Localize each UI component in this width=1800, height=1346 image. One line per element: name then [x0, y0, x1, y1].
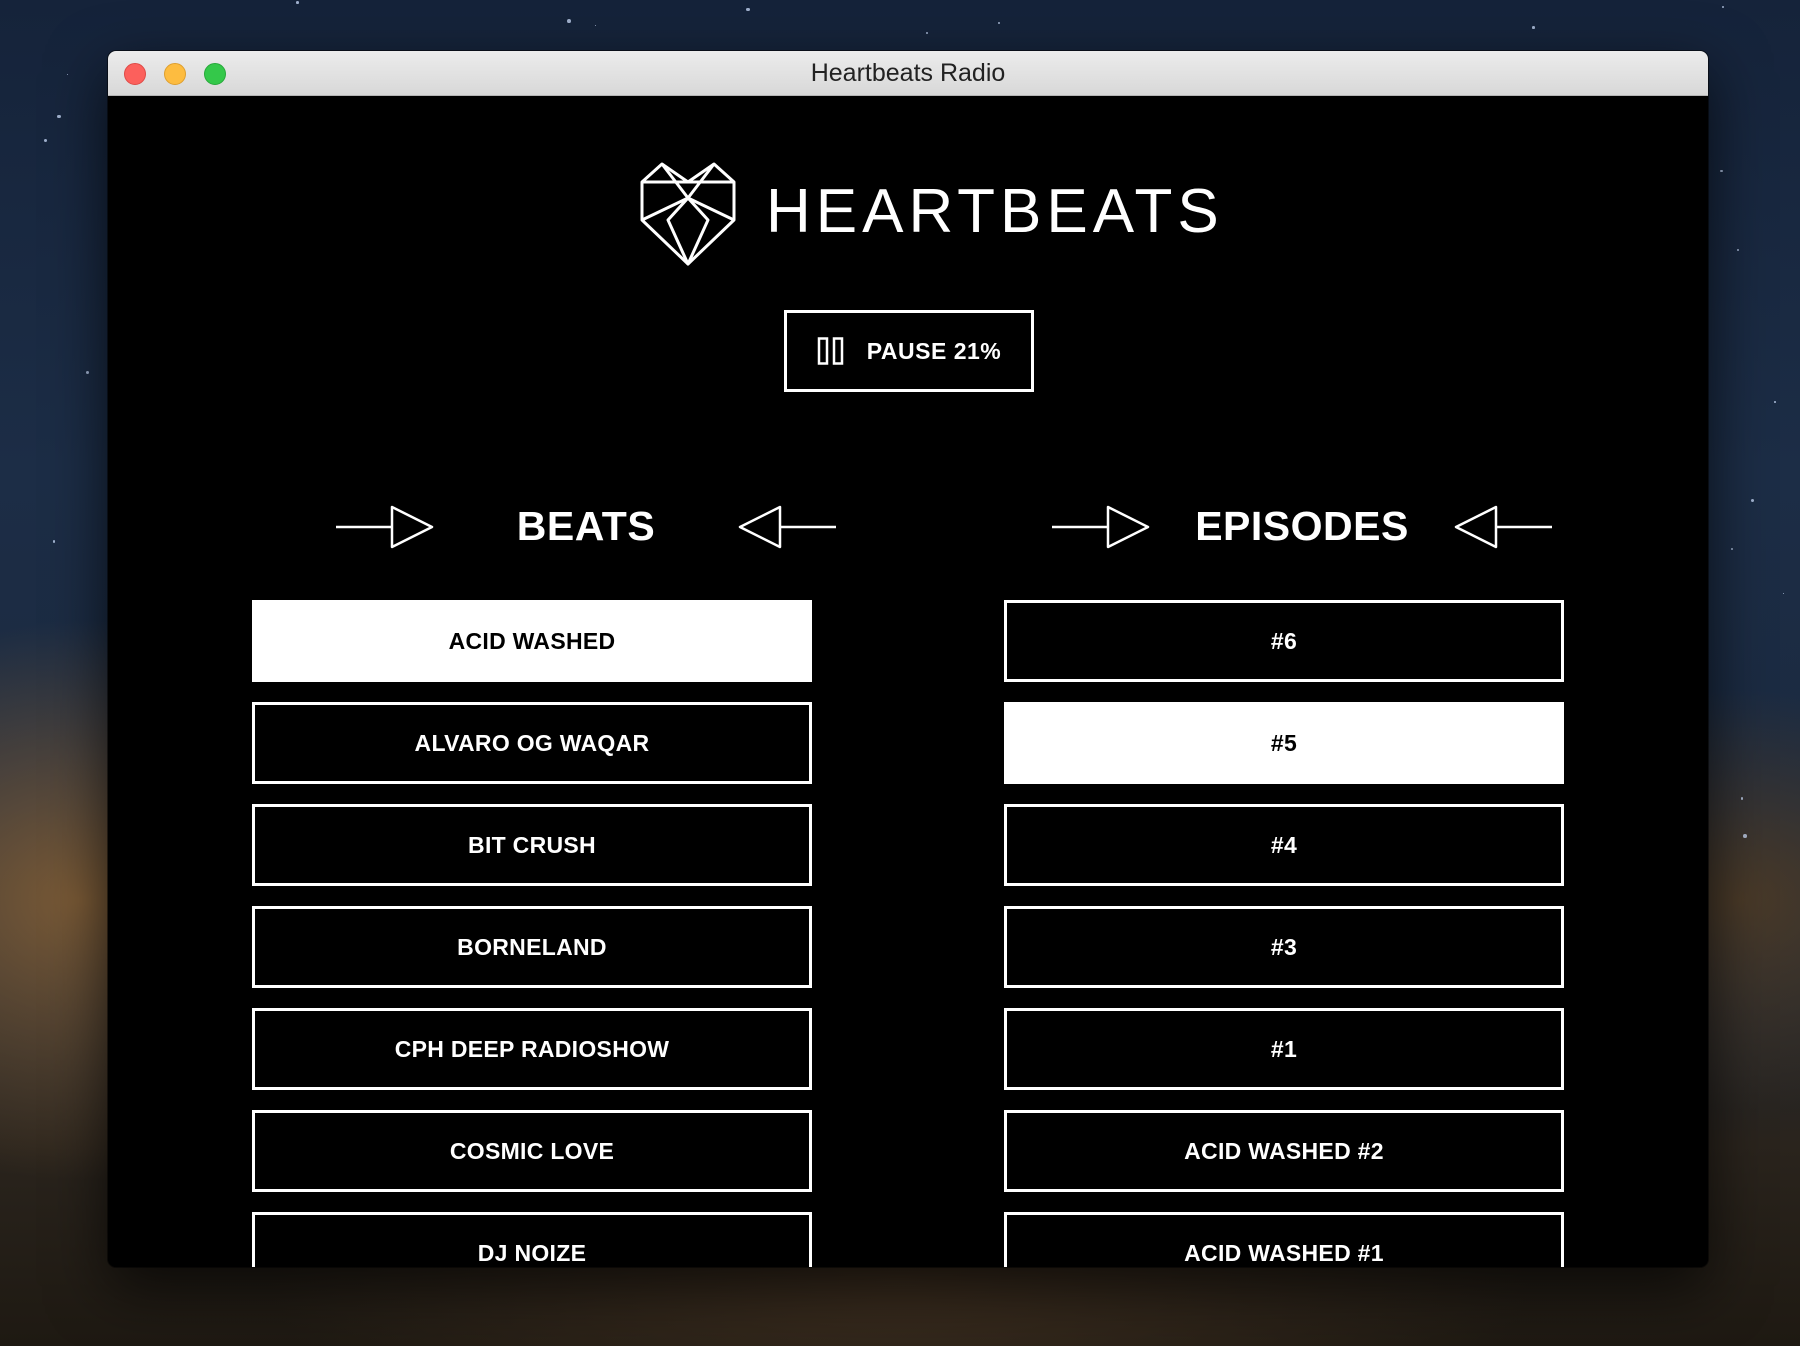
star [566, 19, 571, 24]
episode-item[interactable]: #4 [1004, 804, 1564, 886]
beat-item[interactable]: DJ NOIZE [252, 1212, 812, 1267]
beat-item[interactable]: COSMIC LOVE [252, 1110, 812, 1192]
star [1531, 26, 1535, 29]
star [1750, 499, 1754, 503]
brand-logo: HEARTBEATS [638, 162, 1219, 272]
star [746, 7, 750, 11]
star [1736, 248, 1739, 251]
episode-item[interactable]: ACID WASHED #2 [1004, 1110, 1564, 1192]
star [67, 73, 69, 75]
beats-list: ACID WASHED ALVARO OG WAQAR BIT CRUSH BO… [252, 600, 812, 1267]
beat-item[interactable]: ALVARO OG WAQAR [252, 702, 812, 784]
star [43, 139, 48, 143]
beats-header: BEATS [336, 496, 836, 556]
episode-item[interactable]: #1 [1004, 1008, 1564, 1090]
beat-item[interactable]: ACID WASHED [252, 600, 812, 682]
window-title: Heartbeats Radio [810, 59, 1006, 87]
pause-label: PAUSE 21% [866, 337, 1002, 364]
star [595, 24, 597, 26]
arrow-left-icon [738, 505, 836, 549]
app-window: Heartbeats Radio HEARTBEATS PAUSE 21% BE… [108, 51, 1708, 1267]
brand-name: HEARTBEATS [766, 177, 1224, 246]
star [998, 21, 1001, 24]
title-bar[interactable]: Heartbeats Radio [108, 51, 1708, 96]
episode-item[interactable]: ACID WASHED #1 [1004, 1212, 1564, 1267]
star [1720, 170, 1723, 173]
star [1721, 6, 1724, 9]
star [1782, 592, 1785, 595]
episode-item[interactable]: #5 [1004, 702, 1564, 784]
star [296, 0, 300, 4]
star [1774, 401, 1776, 403]
beat-item[interactable]: BORNELAND [252, 906, 812, 988]
star [57, 114, 61, 118]
heart-diamond-icon [640, 162, 736, 266]
beat-item[interactable]: CPH DEEP RADIOSHOW [252, 1008, 812, 1090]
star [1743, 834, 1747, 838]
main-content: HEARTBEATS PAUSE 21% BEATS EPISODES ACID… [108, 96, 1708, 1267]
star [1740, 797, 1743, 800]
pause-button[interactable]: PAUSE 21% [784, 310, 1034, 392]
episode-item[interactable]: #6 [1004, 600, 1564, 682]
star [53, 540, 56, 543]
star [1730, 548, 1733, 551]
star [925, 31, 929, 34]
beat-item[interactable]: BIT CRUSH [252, 804, 812, 886]
arrow-left-icon [1454, 505, 1552, 549]
episodes-header: EPISODES [1052, 496, 1552, 556]
episode-item[interactable]: #3 [1004, 906, 1564, 988]
star [85, 371, 89, 375]
pause-icon [817, 337, 844, 365]
episodes-list: #6 #5 #4 #3 #1 ACID WASHED #2 ACID WASHE… [1004, 600, 1564, 1267]
